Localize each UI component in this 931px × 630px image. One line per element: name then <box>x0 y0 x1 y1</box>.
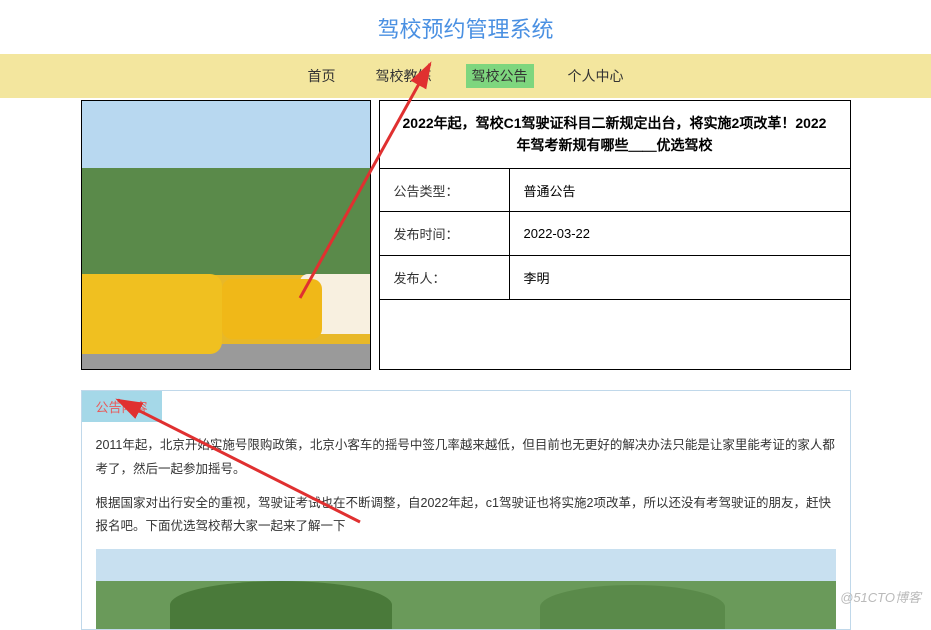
label-publisher: 发布人： <box>379 256 509 300</box>
value-publish-time: 2022-03-22 <box>509 212 850 256</box>
content-body: 2011年起，北京开始实施号限购政策，北京小客车的摇号中签几率越来越低，但目前也… <box>82 422 850 539</box>
content-image <box>96 549 836 629</box>
notice-info-table: 2022年起，驾校C1驾驶证科目二新规定出台，将实施2项改革！2022年驾考新规… <box>379 100 851 370</box>
content-tab[interactable]: 公告内容 <box>82 391 162 422</box>
main-container: 2022年起，驾校C1驾驶证科目二新规定出台，将实施2项改革！2022年驾考新规… <box>81 98 851 630</box>
notice-title-row: 2022年起，驾校C1驾驶证科目二新规定出台，将实施2项改革！2022年驾考新规… <box>379 101 850 169</box>
content-paragraph: 2011年起，北京开始实施号限购政策，北京小客车的摇号中签几率越来越低，但目前也… <box>96 434 836 482</box>
notice-content-box: 公告内容 2011年起，北京开始实施号限购政策，北京小客车的摇号中签几率越来越低… <box>81 390 851 630</box>
page-title: 驾校预约管理系统 <box>0 12 931 44</box>
content-paragraph: 根据国家对出行安全的重视，驾驶证考试也在不断调整，自2022年起，c1驾驶证也将… <box>96 492 836 540</box>
nav-home[interactable]: 首页 <box>302 64 342 88</box>
label-publish-time: 发布时间： <box>379 212 509 256</box>
table-row: 发布时间： 2022-03-22 <box>379 212 850 256</box>
nav-profile[interactable]: 个人中心 <box>562 64 630 88</box>
nav-notice[interactable]: 驾校公告 <box>466 64 534 88</box>
table-row: 发布人： 李明 <box>379 256 850 300</box>
table-row: 公告类型： 普通公告 <box>379 168 850 212</box>
navbar: 首页 驾校教练 驾校公告 个人中心 <box>0 54 931 98</box>
notice-title: 2022年起，驾校C1驾驶证科目二新规定出台，将实施2项改革！2022年驾考新规… <box>379 101 850 169</box>
table-row-blank <box>379 300 850 370</box>
watermark: @51CTO博客 <box>840 587 921 606</box>
nav-coach[interactable]: 驾校教练 <box>370 64 438 88</box>
notice-image <box>81 100 371 370</box>
value-type: 普通公告 <box>509 168 850 212</box>
value-publisher: 李明 <box>509 256 850 300</box>
notice-top-section: 2022年起，驾校C1驾驶证科目二新规定出台，将实施2项改革！2022年驾考新规… <box>81 100 851 370</box>
label-type: 公告类型： <box>379 168 509 212</box>
page-header: 驾校预约管理系统 <box>0 0 931 54</box>
